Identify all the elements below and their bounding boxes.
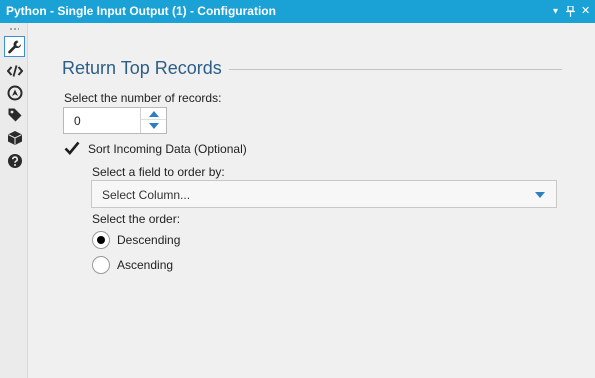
box-icon[interactable] (4, 127, 25, 148)
stepper-buttons (140, 108, 166, 133)
radio-ascending-label[interactable]: Ascending (117, 258, 173, 272)
stepper-up-button[interactable] (141, 108, 166, 120)
pin-icon[interactable] (566, 0, 575, 23)
order-field-label: Select a field to order by: (92, 165, 225, 179)
config-side-toolbar (0, 23, 28, 378)
window-title: Python - Single Input Output (1) - Confi… (6, 4, 276, 18)
close-icon[interactable]: ✕ (581, 0, 590, 23)
num-records-value[interactable]: 0 (74, 114, 81, 128)
sort-incoming-label[interactable]: Sort Incoming Data (Optional) (88, 142, 247, 156)
order-field-select[interactable]: Select Column... (91, 180, 557, 208)
code-tags-icon[interactable] (4, 60, 25, 81)
help-icon[interactable] (4, 150, 25, 171)
num-records-stepper[interactable]: 0 (63, 107, 167, 134)
radio-descending[interactable] (92, 231, 110, 249)
checkmark-icon (64, 141, 80, 155)
compass-icon[interactable] (4, 82, 25, 103)
chevron-down-icon (148, 123, 159, 129)
chevron-up-icon (148, 110, 159, 117)
sort-order-label: Select the order: (92, 212, 181, 226)
radio-ascending[interactable] (92, 256, 110, 274)
toolbar-grip-icon[interactable] (9, 28, 19, 30)
radio-descending-label[interactable]: Descending (117, 233, 180, 247)
stepper-down-button[interactable] (141, 120, 166, 132)
num-records-label: Select the number of records: (64, 91, 222, 105)
window-titlebar: Python - Single Input Output (1) - Confi… (0, 0, 595, 23)
order-field-placeholder: Select Column... (102, 188, 191, 202)
section-heading: Return Top Records (62, 58, 222, 78)
tag-icon[interactable] (4, 104, 25, 125)
sort-incoming-checkbox[interactable] (63, 139, 81, 157)
heading-divider (229, 69, 562, 70)
window-menu-dropdown-icon[interactable]: ▾ (553, 0, 558, 23)
chevron-down-icon (535, 192, 545, 198)
wrench-icon[interactable] (4, 36, 25, 57)
